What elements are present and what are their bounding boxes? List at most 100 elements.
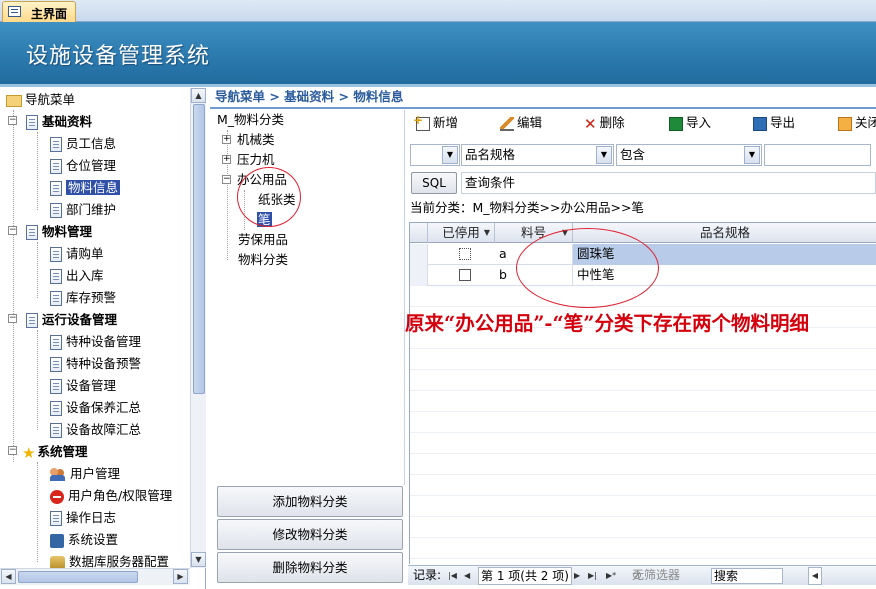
filter-value-input[interactable] <box>764 144 871 166</box>
category-node-material-class[interactable]: 物料分类 <box>238 250 288 270</box>
nav-group-material-mgmt[interactable]: − 物料管理 <box>8 221 92 243</box>
chevron-down-icon[interactable]: ▼ <box>596 146 612 164</box>
column-header-disabled[interactable]: 已停用 ▼ <box>428 223 495 243</box>
nav-item-material-info[interactable]: 物料信息 <box>50 177 121 199</box>
header-divider <box>0 84 876 87</box>
nav-item-label: 请购单 <box>66 246 104 261</box>
scroll-thumb[interactable] <box>193 104 205 394</box>
edit-category-button[interactable]: 修改物料分类 <box>217 519 403 550</box>
nav-item-label: 设备故障汇总 <box>66 422 142 437</box>
record-search-input[interactable]: 搜索 <box>711 568 783 584</box>
record-selector[interactable] <box>410 244 428 265</box>
collapse-icon[interactable]: − <box>8 226 17 235</box>
nav-item-label: 特种设备预警 <box>66 356 142 371</box>
delete-category-button[interactable]: 删除物料分类 <box>217 552 403 583</box>
collapse-icon[interactable]: − <box>8 314 17 323</box>
nav-group-basic-data[interactable]: − 基础资料 <box>8 111 92 133</box>
collapse-icon[interactable]: − <box>222 175 231 184</box>
document-icon <box>50 137 62 152</box>
nav-item-special-warning[interactable]: 特种设备预警 <box>50 353 141 375</box>
record-selector[interactable] <box>410 265 428 286</box>
nav-vertical-scrollbar[interactable]: ▲ ▼ <box>190 88 206 568</box>
nav-item-department[interactable]: 部门维护 <box>50 199 116 221</box>
scroll-left-icon[interactable]: ◀ <box>1 569 16 584</box>
query-condition-field[interactable]: 查询条件 <box>461 172 876 194</box>
record-position[interactable]: 第 1 项(共 2 项) <box>478 567 572 585</box>
nav-item-stock-io[interactable]: 出入库 <box>50 265 104 287</box>
nav-item-maintenance-summary[interactable]: 设备保养汇总 <box>50 397 141 419</box>
select-all-corner[interactable] <box>410 223 428 243</box>
first-record-icon[interactable]: |◀ <box>448 566 457 585</box>
category-label: 机械类 <box>237 132 275 147</box>
tab-main-form[interactable]: 主界面 <box>2 1 76 22</box>
nav-item-system-settings[interactable]: 系统设置 <box>50 529 118 551</box>
category-node-machinery[interactable]: + 机械类 <box>222 130 275 150</box>
document-icon <box>50 247 62 262</box>
excel-import-icon <box>669 116 683 131</box>
users-icon <box>50 468 66 481</box>
scroll-up-icon[interactable]: ▲ <box>191 88 206 103</box>
sql-button[interactable]: SQL <box>411 172 457 194</box>
tree-guide <box>37 242 38 298</box>
next-record-icon[interactable]: ▶ <box>574 566 580 585</box>
empty-row <box>410 496 876 517</box>
collapse-icon[interactable]: − <box>8 446 17 455</box>
document-icon <box>50 379 62 394</box>
nav-item-label: 库存预警 <box>66 290 117 305</box>
scroll-down-icon[interactable]: ▼ <box>191 552 206 567</box>
nav-item-equipment-mgmt[interactable]: 设备管理 <box>50 375 116 397</box>
operator-select[interactable]: 包含 ▼ <box>616 144 762 166</box>
disabled-checkbox[interactable] <box>459 269 471 281</box>
add-category-button[interactable]: 添加物料分类 <box>217 486 403 517</box>
category-node-labor-protection[interactable]: 劳保用品 <box>238 230 288 250</box>
export-button[interactable]: 导出 <box>753 113 795 133</box>
chevron-down-icon[interactable]: ▼ <box>744 146 760 164</box>
delete-x-icon: ✕ <box>584 114 597 133</box>
tree-guide <box>37 330 38 430</box>
nav-item-role-permission[interactable]: 用户角色/权限管理 <box>50 485 172 507</box>
nav-item-fault-summary[interactable]: 设备故障汇总 <box>50 419 141 441</box>
disabled-checkbox[interactable] <box>459 248 471 260</box>
nav-item-label: 数据库服务器配置 <box>69 554 170 569</box>
nav-item-label: 员工信息 <box>66 136 117 151</box>
logic-select[interactable]: ▼ <box>410 144 460 166</box>
nav-item-stock-warning[interactable]: 库存预警 <box>50 287 116 309</box>
nav-item-purchase-request[interactable]: 请购单 <box>50 243 104 265</box>
nav-root[interactable]: 导航菜单 <box>6 89 75 111</box>
nav-group-equipment[interactable]: − 运行设备管理 <box>8 309 117 331</box>
scroll-left-icon[interactable]: ◀ <box>808 567 822 585</box>
expand-icon[interactable]: + <box>222 155 231 164</box>
button-label: 导入 <box>686 115 712 130</box>
last-record-icon[interactable]: ▶| <box>588 566 597 585</box>
sort-dropdown-icon[interactable]: ▼ <box>484 223 490 242</box>
nav-group-label: 基础资料 <box>42 114 93 129</box>
prev-record-icon[interactable]: ◀ <box>464 566 470 585</box>
document-icon <box>50 423 62 438</box>
chevron-down-icon[interactable]: ▼ <box>442 146 458 164</box>
scroll-right-icon[interactable]: ▶ <box>173 569 188 584</box>
nav-item-storage-location[interactable]: 仓位管理 <box>50 155 116 177</box>
category-root[interactable]: M_物料分类 <box>217 110 284 130</box>
empty-row <box>410 475 876 496</box>
new-button[interactable]: 新增 <box>413 110 458 133</box>
nav-item-employee-info[interactable]: 员工信息 <box>50 133 116 155</box>
scroll-thumb[interactable] <box>18 571 138 583</box>
field-select[interactable]: 品名规格 ▼ <box>461 144 614 166</box>
nav-horizontal-scrollbar[interactable]: ◀ ▶ <box>0 568 190 585</box>
empty-row <box>410 391 876 412</box>
expand-icon[interactable]: + <box>222 135 231 144</box>
record-label: 记录: <box>413 568 442 582</box>
collapse-icon[interactable]: − <box>8 116 17 125</box>
app-title: 设施设备管理系统 <box>26 44 211 69</box>
nav-group-system[interactable]: − ★ 系统管理 <box>8 441 87 463</box>
annotation-circle <box>516 228 659 308</box>
document-icon <box>50 335 62 350</box>
close-button[interactable]: 关闭 <box>838 113 876 133</box>
edit-button[interactable]: 编辑 <box>500 113 542 133</box>
new-record-icon[interactable]: ▶* <box>606 566 616 585</box>
delete-button[interactable]: ✕ 删除 <box>584 113 625 133</box>
nav-item-operation-log[interactable]: 操作日志 <box>50 507 116 529</box>
import-button[interactable]: 导入 <box>669 113 711 133</box>
nav-item-special-equipment[interactable]: 特种设备管理 <box>50 331 141 353</box>
nav-item-user-mgmt[interactable]: 用户管理 <box>50 463 120 485</box>
